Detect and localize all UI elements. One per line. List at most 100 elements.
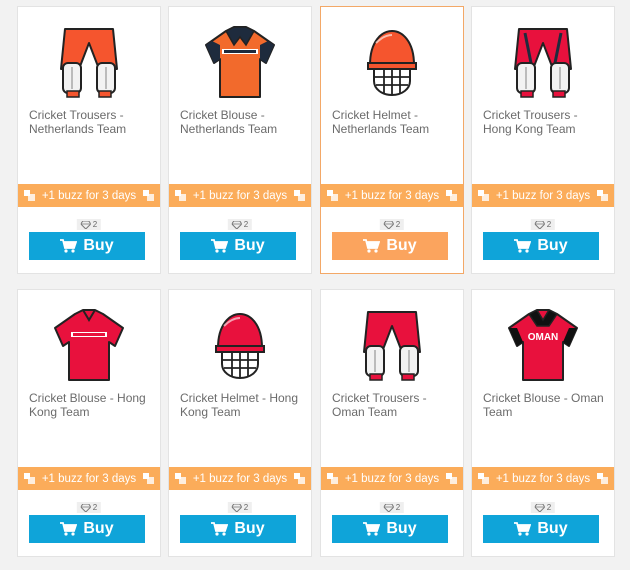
buy-button[interactable]: Buy <box>29 232 145 260</box>
buy-label: Buy <box>234 520 265 537</box>
trousers-icon <box>472 21 614 105</box>
price-value: 2 <box>92 503 98 512</box>
diamond-icon <box>80 220 91 229</box>
cart-icon <box>514 522 532 536</box>
buzz-icon <box>143 473 154 484</box>
item-name: Cricket Trousers - Netherlands Team <box>29 108 127 136</box>
buy-button[interactable]: Buy <box>180 515 296 543</box>
buzz-bar: +1 buzz for 3 days <box>169 184 311 207</box>
helmet-icon <box>321 21 463 105</box>
buzz-icon <box>446 473 457 484</box>
price-tag: 2 <box>227 219 253 230</box>
cart-icon <box>211 239 229 253</box>
cart-icon <box>363 239 381 253</box>
buy-label: Buy <box>83 237 114 254</box>
buzz-icon <box>175 190 186 201</box>
item-grid: Cricket Trousers - Netherlands Team +1 b… <box>0 0 630 570</box>
item-card-helmet-hong-kong[interactable]: Cricket Helmet - Hong Kong Team +1 buzz … <box>168 289 312 557</box>
item-name: Cricket Blouse - Netherlands Team <box>180 108 278 136</box>
item-name: Cricket Blouse - Oman Team <box>483 391 604 419</box>
buy-label: Buy <box>537 237 568 254</box>
item-name: Cricket Helmet - Netherlands Team <box>332 108 430 136</box>
buzz-icon <box>294 473 305 484</box>
buzz-label: +1 buzz for 3 days <box>495 472 591 485</box>
buy-label: Buy <box>234 237 265 254</box>
diamond-icon <box>80 503 91 512</box>
price-tag: 2 <box>379 219 405 230</box>
item-card-trousers-oman[interactable]: Cricket Trousers - Oman Team +1 buzz for… <box>320 289 464 557</box>
buzz-icon <box>446 190 457 201</box>
diamond-icon <box>231 503 242 512</box>
buzz-label: +1 buzz for 3 days <box>495 189 591 202</box>
price-value: 2 <box>92 220 98 229</box>
buy-button[interactable]: Buy <box>180 232 296 260</box>
item-name: Cricket Helmet - Hong Kong Team <box>180 391 299 419</box>
jersey-icon: OMAN <box>472 304 614 388</box>
cart-icon <box>211 522 229 536</box>
buy-button[interactable]: Buy <box>29 515 145 543</box>
price-tag: 2 <box>530 219 556 230</box>
price-value: 2 <box>395 220 401 229</box>
buzz-bar: +1 buzz for 3 days <box>18 184 160 207</box>
item-name: Cricket Trousers - Hong Kong Team <box>483 108 578 136</box>
diamond-icon <box>383 503 394 512</box>
diamond-icon <box>383 220 394 229</box>
buy-button[interactable]: Buy <box>332 232 448 260</box>
cart-icon <box>363 522 381 536</box>
price-tag: 2 <box>76 219 102 230</box>
buzz-icon <box>24 473 35 484</box>
price-tag: 2 <box>227 502 253 513</box>
buy-label: Buy <box>386 237 417 254</box>
helmet-icon <box>169 304 311 388</box>
buy-button[interactable]: Buy <box>483 232 599 260</box>
item-card-blouse-oman[interactable]: OMAN Cricket Blouse - Oman Team +1 buzz … <box>471 289 615 557</box>
buzz-label: +1 buzz for 3 days <box>344 189 440 202</box>
buy-button[interactable]: Buy <box>483 515 599 543</box>
buzz-bar: +1 buzz for 3 days <box>18 467 160 490</box>
buzz-icon <box>175 473 186 484</box>
buy-label: Buy <box>537 520 568 537</box>
buzz-bar: +1 buzz for 3 days <box>321 184 463 207</box>
jersey-text: OMAN <box>528 332 559 343</box>
item-card-trousers-hong-kong[interactable]: Cricket Trousers - Hong Kong Team +1 buz… <box>471 6 615 274</box>
buzz-icon <box>597 190 608 201</box>
buzz-icon <box>327 190 338 201</box>
price-value: 2 <box>243 503 249 512</box>
price-tag: 2 <box>530 502 556 513</box>
buzz-icon <box>24 190 35 201</box>
item-card-blouse-netherlands[interactable]: Cricket Blouse - Netherlands Team +1 buz… <box>168 6 312 274</box>
buzz-bar: +1 buzz for 3 days <box>169 467 311 490</box>
price-tag: 2 <box>379 502 405 513</box>
trousers-icon <box>18 21 160 105</box>
buzz-label: +1 buzz for 3 days <box>41 189 137 202</box>
buzz-label: +1 buzz for 3 days <box>192 189 288 202</box>
jersey-icon <box>18 304 160 388</box>
trousers-icon <box>321 304 463 388</box>
buzz-label: +1 buzz for 3 days <box>344 472 440 485</box>
price-tag: 2 <box>76 502 102 513</box>
buzz-bar: +1 buzz for 3 days <box>472 184 614 207</box>
cart-icon <box>60 239 78 253</box>
diamond-icon <box>231 220 242 229</box>
price-value: 2 <box>546 220 552 229</box>
item-card-helmet-netherlands[interactable]: Cricket Helmet - Netherlands Team +1 buz… <box>320 6 464 274</box>
buzz-icon <box>478 473 489 484</box>
buy-button[interactable]: Buy <box>332 515 448 543</box>
cart-icon <box>514 239 532 253</box>
cart-icon <box>60 522 78 536</box>
price-value: 2 <box>243 220 249 229</box>
item-card-trousers-netherlands[interactable]: Cricket Trousers - Netherlands Team +1 b… <box>17 6 161 274</box>
buy-label: Buy <box>83 520 114 537</box>
diamond-icon <box>534 503 545 512</box>
price-value: 2 <box>395 503 401 512</box>
buzz-icon <box>327 473 338 484</box>
item-card-blouse-hong-kong[interactable]: Cricket Blouse - Hong Kong Team +1 buzz … <box>17 289 161 557</box>
price-value: 2 <box>546 503 552 512</box>
buzz-icon <box>143 190 154 201</box>
buy-label: Buy <box>386 520 417 537</box>
buzz-bar: +1 buzz for 3 days <box>472 467 614 490</box>
buzz-icon <box>597 473 608 484</box>
buzz-label: +1 buzz for 3 days <box>192 472 288 485</box>
diamond-icon <box>534 220 545 229</box>
buzz-label: +1 buzz for 3 days <box>41 472 137 485</box>
